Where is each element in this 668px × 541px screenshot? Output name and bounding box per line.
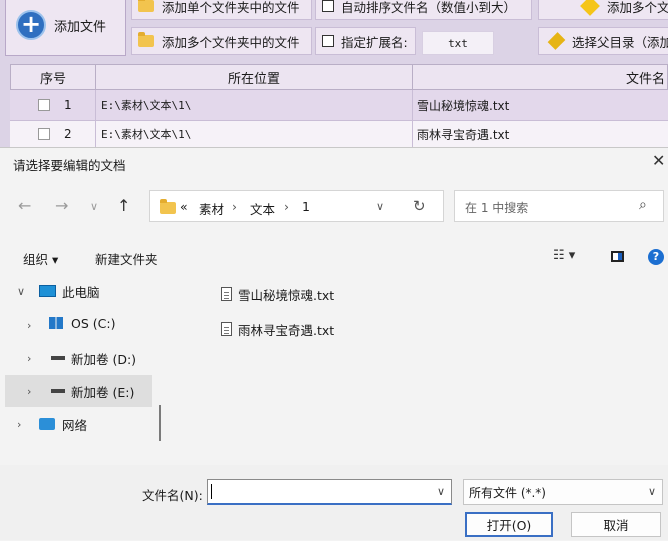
organize-menu[interactable]: 组织 ▾	[23, 249, 58, 268]
tree-item-os-c[interactable]: › OS (C:)	[5, 309, 152, 341]
open-button[interactable]: 打开(O)	[465, 512, 553, 537]
add-file-label: 添加文件	[54, 19, 107, 35]
view-options-icon[interactable]: ☷ ▾	[553, 248, 575, 263]
breadcrumb-overflow[interactable]: «	[180, 199, 188, 214]
add-single-folder-button[interactable]: 添加单个文件夹中的文件	[131, 0, 312, 20]
row-index-cell: 1	[10, 90, 96, 121]
chevron-down-icon: ∨	[648, 485, 657, 498]
row-index-cell: 2	[10, 121, 96, 148]
column-header-filename[interactable]: 文件名	[412, 64, 668, 90]
tree-item-label: 新加卷 (D:)	[71, 352, 137, 367]
extension-input[interactable]: txt	[422, 31, 494, 55]
row-location-cell: E:\素材\文本\1\	[95, 90, 413, 121]
folder-icon	[160, 199, 176, 214]
close-icon[interactable]: ✕	[652, 151, 665, 170]
navigation-tree: ∨ 此电脑 › OS (C:) › 新加卷 (D:) › 新加卷 (E:) › …	[5, 275, 152, 467]
add-multi-files-button[interactable]: 添加多个文	[538, 0, 668, 20]
row-filename-cell: 雨林寻宝奇遇.txt	[412, 121, 668, 148]
specify-extension-checkbox[interactable]: 指定扩展名:	[315, 27, 416, 55]
file-type-select[interactable]: 所有文件 (*.*) ∨	[463, 479, 663, 505]
tree-item-network[interactable]: › 网络	[5, 408, 152, 440]
chevron-right-icon[interactable]: ›	[27, 319, 31, 332]
search-input[interactable]: 在 1 中搜索	[465, 199, 528, 216]
chevron-right-icon[interactable]: ›	[27, 385, 31, 398]
tree-item-label: 新加卷 (E:)	[71, 385, 135, 400]
plus-icon: +	[16, 10, 46, 40]
network-icon	[39, 418, 55, 430]
back-arrow-icon[interactable]: ←	[18, 196, 31, 215]
row-checkbox[interactable]	[38, 99, 50, 111]
address-dropdown-chevron-icon[interactable]: ∨	[376, 200, 384, 213]
drive-icon	[51, 389, 65, 393]
chevron-down-icon[interactable]: ∨	[17, 285, 25, 298]
breadcrumb-separator: ›	[232, 199, 237, 214]
forward-arrow-icon[interactable]: →	[55, 196, 68, 215]
file-item[interactable]: 雨林寻宝奇遇.txt	[221, 318, 334, 340]
address-bar[interactable]: « 素材 › 文本 › 1 ∨ ↻	[149, 190, 444, 222]
breadcrumb-item[interactable]: 1	[302, 199, 310, 214]
up-arrow-icon[interactable]: ↑	[117, 196, 130, 215]
text-file-icon	[221, 287, 232, 301]
pc-icon	[39, 285, 56, 297]
windows-drive-icon	[49, 317, 63, 329]
folder-icon	[138, 0, 154, 12]
tree-item-label: 网络	[62, 418, 88, 433]
chevron-down-icon[interactable]: ∨	[437, 485, 445, 498]
row-location-cell: E:\素材\文本\1\	[95, 121, 413, 148]
text-file-icon	[221, 322, 232, 336]
new-folder-button[interactable]: 新建文件夹	[95, 249, 158, 268]
tree-item-drive-d[interactable]: › 新加卷 (D:)	[5, 342, 152, 374]
row-filename-cell: 雪山秘境惊魂.txt	[412, 90, 668, 121]
dialog-title: 请选择要编辑的文档	[13, 158, 126, 173]
gem-icon	[580, 0, 600, 16]
checkbox-icon	[322, 35, 334, 47]
breadcrumb-item[interactable]: 素材	[199, 199, 224, 218]
column-header-location[interactable]: 所在位置	[95, 64, 413, 90]
cancel-button[interactable]: 取消	[571, 512, 661, 537]
search-icon[interactable]: ⌕	[639, 197, 647, 213]
toolbar: + 添加文件 添加单个文件夹中的文件 添加多个文件夹中的文件 自动排序文件名（数…	[0, 0, 668, 62]
auto-sort-checkbox[interactable]: 自动排序文件名（数值小到大）	[315, 0, 532, 20]
add-file-button[interactable]: + 添加文件	[5, 0, 126, 56]
help-icon[interactable]: ?	[648, 249, 664, 265]
search-box[interactable]: 在 1 中搜索 ⌕	[454, 190, 664, 222]
command-bar: 组织 ▾ 新建文件夹 ☷ ▾ ?	[0, 242, 668, 274]
preview-pane-icon[interactable]	[611, 251, 624, 262]
folder-icon	[138, 32, 154, 47]
checkbox-icon	[322, 0, 334, 12]
filename-input[interactable]: ∨	[207, 479, 452, 505]
file-item[interactable]: 雪山秘境惊魂.txt	[221, 283, 334, 305]
select-parent-directory-button[interactable]: 选择父目录（添加	[538, 27, 668, 55]
tree-scrollbar[interactable]	[159, 405, 161, 441]
tree-item-drive-e[interactable]: › 新加卷 (E:)	[5, 375, 152, 407]
gem-icon	[547, 32, 566, 50]
filename-label: 文件名(N):	[142, 488, 203, 503]
table-row[interactable]: 1 E:\素材\文本\1\ 雪山秘境惊魂.txt	[10, 90, 668, 121]
recent-locations-chevron-icon[interactable]: ∨	[90, 200, 98, 213]
add-multi-folders-button[interactable]: 添加多个文件夹中的文件	[131, 27, 312, 55]
chevron-right-icon[interactable]: ›	[27, 352, 31, 365]
breadcrumb-item[interactable]: 文本	[250, 199, 275, 218]
drive-icon	[51, 356, 65, 360]
text-cursor	[211, 484, 212, 499]
chevron-right-icon[interactable]: ›	[17, 418, 21, 431]
table-row[interactable]: 2 E:\素材\文本\1\ 雨林寻宝奇遇.txt	[10, 121, 668, 148]
tree-item-this-pc[interactable]: ∨ 此电脑	[5, 275, 152, 307]
tree-item-label: OS (C:)	[71, 316, 116, 331]
breadcrumb-separator: ›	[284, 199, 289, 214]
column-header-index[interactable]: 序号	[10, 64, 96, 90]
row-checkbox[interactable]	[38, 128, 50, 140]
refresh-icon[interactable]: ↻	[413, 197, 426, 215]
tree-item-label: 此电脑	[62, 285, 100, 300]
